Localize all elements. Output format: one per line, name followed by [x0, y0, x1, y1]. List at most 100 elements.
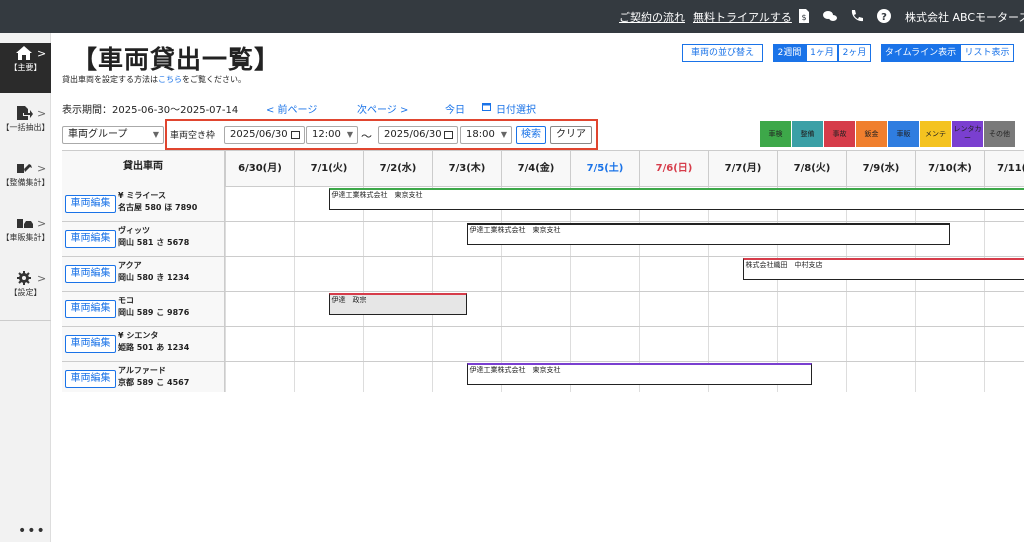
span-1month-button[interactable]: 1ヶ月 [806, 44, 838, 62]
chevron-down-icon: ▼ [346, 130, 353, 139]
chat-icon[interactable] [822, 8, 838, 24]
contract-flow-link[interactable]: ご契約の流れ [619, 9, 685, 25]
sidebar-item-label: 【整備集計】 [1, 178, 50, 187]
edit-vehicle-button[interactable]: 車両編集 [65, 195, 116, 213]
company-name[interactable]: 株式会社 ABCモータース [905, 9, 1024, 25]
more-menu[interactable]: ••• [18, 523, 46, 539]
from-time-value: 12:00 [312, 129, 341, 140]
day-column-header: 7/10(木) [915, 151, 984, 187]
day-gridline [294, 327, 295, 361]
day-gridline [363, 362, 364, 392]
day-column-header: 7/5(土) [570, 151, 639, 187]
sidebar-item-bulk-extract[interactable]: > 【一括抽出】 [0, 103, 51, 153]
vehicle-plate: 岡山 580 き 1234 [118, 273, 190, 282]
day-gridline [777, 292, 778, 326]
day-gridline [915, 362, 916, 392]
vehicle-cell: 車両編集 ¥ ミライース 名古屋 580 ほ 7890 [62, 187, 225, 221]
legend-item: 整備 [792, 121, 823, 147]
sidebar-item-settings[interactable]: > 【設定】 [0, 268, 51, 318]
svg-text:?: ? [881, 12, 887, 23]
top-bar: ご契約の流れ 無料トライアルする $ ? 株式会社 ABCモータース [0, 0, 1024, 33]
calendar-icon[interactable] [482, 102, 491, 111]
calendar-icon [444, 131, 453, 139]
day-gridline [294, 362, 295, 392]
day-gridline [570, 292, 571, 326]
day-gridline [363, 257, 364, 291]
booking-bar[interactable]: 伊達 政宗 [328, 293, 467, 315]
vehicle-row: 車両編集 ¥ ミライース 名古屋 580 ほ 7890 伊達工業株式会社 東京支社 [62, 187, 1024, 222]
vehicle-name: ¥ シエンタ [118, 331, 159, 340]
date-select-link[interactable]: 日付選択 [496, 101, 536, 116]
day-gridline [708, 257, 709, 291]
vehicle-plate: 京都 589 こ 4567 [118, 378, 190, 387]
day-gridline [984, 362, 985, 392]
legend-item: 車検 [760, 121, 791, 147]
day-column-header: 7/7(月) [708, 151, 777, 187]
list-view-button[interactable]: リスト表示 [960, 44, 1014, 62]
from-time-select[interactable]: 12:00 ▼ [306, 126, 358, 144]
vehicle-row: 車両編集 アルファード 京都 589 こ 4567 伊達工業株式会社 東京支社 [62, 362, 1024, 392]
vehicle-plate: 名古屋 580 ほ 7890 [118, 203, 198, 212]
today-link[interactable]: 今日 [445, 101, 465, 116]
day-column-header: 7/2(水) [363, 151, 432, 187]
vehicle-plate: 姫路 501 あ 1234 [118, 343, 190, 352]
span-2weeks-button[interactable]: 2週間 [773, 44, 806, 62]
reorder-vehicles-button[interactable]: 車両の並び替え [682, 44, 763, 62]
sidebar-item-main[interactable]: > 【主要】 [0, 43, 51, 93]
chevron-down-icon: ▼ [500, 130, 507, 139]
vehicle-row: 車両編集 ヴィッツ 岡山 581 さ 5678 伊達工業株式会社 東京支社 [62, 222, 1024, 257]
prev-page-link[interactable]: < 前ページ [266, 101, 317, 116]
chevron-down-icon: ▼ [152, 130, 159, 139]
vehicle-group-select[interactable]: 車両グループ ▼ [62, 126, 164, 144]
span-2months-button[interactable]: 2ヶ月 [838, 44, 871, 62]
day-gridline [294, 292, 295, 326]
vehicle-row: 車両編集 アクア 岡山 580 き 1234 株式会社織田 中村支店 [62, 257, 1024, 292]
vehicle-cell: 車両編集 モコ 岡山 589 こ 9876 [62, 292, 225, 326]
home-icon [16, 46, 32, 60]
invoice-icon[interactable]: $ [796, 8, 812, 24]
vacancy-label: 車両空き枠 [170, 131, 216, 141]
phone-icon[interactable] [849, 8, 865, 24]
free-trial-link[interactable]: 無料トライアルする [693, 9, 792, 25]
chevron-right-icon: > [37, 107, 47, 120]
next-page-link[interactable]: 次ページ > [357, 101, 408, 116]
booking-bar[interactable]: 株式会社織田 中村支店 [742, 258, 1024, 280]
clear-button[interactable]: クリア [550, 126, 592, 144]
from-date-input[interactable]: 2025/06/30 [224, 126, 305, 144]
timeline-view-button[interactable]: タイムライン表示 [881, 44, 960, 62]
sidebar-item-maintenance-summary[interactable]: > 【整備集計】 [0, 158, 51, 208]
day-gridline [225, 292, 226, 326]
vehicle-cell: 車両編集 アクア 岡山 580 き 1234 [62, 257, 225, 291]
to-time-select[interactable]: 18:00 ▼ [460, 126, 512, 144]
display-period: 表示期間：2025-06-30〜2025-07-14 [62, 105, 239, 116]
edit-vehicle-button[interactable]: 車両編集 [65, 300, 116, 318]
vehicle-cell: 車両編集 ヴィッツ 岡山 581 さ 5678 [62, 222, 225, 256]
help-link[interactable]: こちら [158, 75, 182, 84]
day-gridline [639, 257, 640, 291]
help-icon[interactable]: ? [876, 8, 892, 24]
edit-vehicle-button[interactable]: 車両編集 [65, 230, 116, 248]
booking-bar[interactable]: 伊達工業株式会社 東京支社 [466, 363, 812, 385]
chevron-right-icon: > [37, 272, 47, 285]
edit-vehicle-button[interactable]: 車両編集 [65, 335, 116, 353]
sidebar-divider [0, 320, 51, 321]
day-gridline [363, 222, 364, 256]
day-gridline [915, 292, 916, 326]
sidebar-item-sales-summary[interactable]: > 【車販集計】 [0, 213, 51, 263]
to-date-input[interactable]: 2025/06/30 [378, 126, 458, 144]
chevron-right-icon: > [37, 217, 47, 230]
day-gridline [225, 327, 226, 361]
edit-vehicle-button[interactable]: 車両編集 [65, 265, 116, 283]
vehicle-row: 車両編集 モコ 岡山 589 こ 9876 伊達 政宗 [62, 292, 1024, 327]
svg-text:$: $ [801, 13, 806, 22]
wrench-icon [17, 164, 32, 173]
edit-vehicle-button[interactable]: 車両編集 [65, 370, 116, 388]
chevron-right-icon: > [37, 162, 47, 175]
vehicle-name: モコ [118, 296, 134, 305]
help-suffix: をご覧ください。 [182, 75, 246, 84]
booking-bar[interactable]: 伊達工業株式会社 東京支社 [328, 188, 1024, 210]
page-title: 【車両貸出一覧】 [72, 45, 281, 74]
day-gridline [294, 222, 295, 256]
booking-bar[interactable]: 伊達工業株式会社 東京支社 [466, 223, 950, 245]
search-button[interactable]: 検索 [516, 126, 546, 144]
